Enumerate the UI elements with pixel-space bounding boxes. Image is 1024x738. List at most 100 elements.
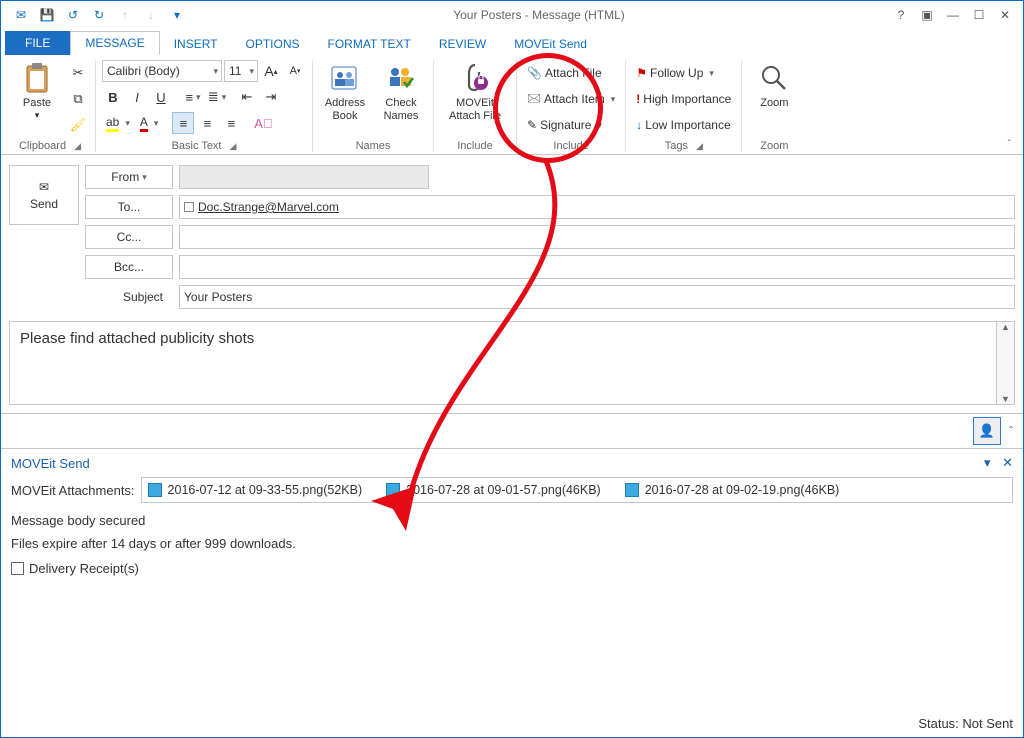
cc-button[interactable]: Cc...	[85, 225, 173, 249]
tab-insert[interactable]: INSERT	[160, 33, 232, 55]
cc-field[interactable]	[179, 225, 1015, 249]
grow-font-button[interactable]: A▴	[260, 60, 282, 82]
subject-label: Subject	[85, 285, 173, 309]
basic-text-dialog-launcher[interactable]: ◢	[230, 141, 237, 152]
redo-button[interactable]: ↻	[87, 4, 111, 26]
italic-button[interactable]: I	[126, 86, 148, 108]
contact-avatar[interactable]: 👤	[973, 417, 1001, 445]
format-painter-button[interactable]: 🖌	[67, 114, 89, 136]
people-pane-expand-button[interactable]: ˆ	[1009, 424, 1013, 438]
bcc-button[interactable]: Bcc...	[85, 255, 173, 279]
tab-review[interactable]: REVIEW	[425, 33, 500, 55]
underline-button[interactable]: U	[150, 86, 172, 108]
title-bar: ✉ 💾 ↺ ↻ ↑ ↓ ▾ Your Posters - Message (HT…	[1, 1, 1023, 29]
magnifier-icon	[759, 63, 789, 93]
moveit-attach-icon	[461, 63, 489, 93]
undo-button[interactable]: ↺	[61, 4, 85, 26]
message-body[interactable]: Please find attached publicity shots ▲▼	[9, 321, 1015, 405]
clipboard-icon	[23, 62, 51, 94]
tab-options[interactable]: OPTIONS	[232, 33, 314, 55]
numbering-button[interactable]: ≣	[206, 86, 228, 108]
bold-button[interactable]: B	[102, 86, 124, 108]
send-button[interactable]: ✉ Send	[9, 165, 79, 225]
tab-message[interactable]: MESSAGE	[70, 31, 159, 55]
shrink-font-button[interactable]: A▾	[284, 60, 306, 82]
help-button[interactable]: ?	[889, 4, 913, 26]
tab-format-text[interactable]: FORMAT TEXT	[314, 33, 425, 55]
system-menu-icon[interactable]: ✉	[9, 4, 33, 26]
window-controls: ? ▣ — ☐ ✕	[889, 4, 1023, 26]
bullets-button[interactable]: ≡	[182, 86, 204, 108]
collapse-ribbon-button[interactable]: ˆ	[1000, 135, 1019, 154]
ribbon-options-button[interactable]: ▣	[915, 4, 939, 26]
zoom-button[interactable]: Zoom	[748, 58, 800, 110]
align-right-button[interactable]: ≡	[220, 112, 242, 134]
people-pane-bar: 👤 ˆ	[1, 413, 1023, 449]
close-button[interactable]: ✕	[993, 4, 1017, 26]
moveit-attachment[interactable]: 2016-07-28 at 09-02-19.png(46KB)	[625, 483, 840, 497]
ribbon: Paste ▾ ✂ ⧉ 🖌 Clipboard◢ Calibri (Body) …	[1, 55, 1023, 155]
address-book-button[interactable]: Address Book	[319, 58, 371, 122]
check-names-button[interactable]: Check Names	[375, 58, 427, 122]
compose-header: ✉ Send From To... Doc.Strange@Marvel.com…	[1, 155, 1023, 313]
address-book-icon	[330, 64, 360, 92]
paste-button[interactable]: Paste ▾	[11, 58, 63, 120]
attach-item-button[interactable]: 🖂Attach Item	[523, 88, 619, 110]
moveit-menu-button[interactable]: ▾	[984, 455, 991, 470]
moveit-status: Status: Not Sent	[918, 716, 1013, 731]
tab-file[interactable]: FILE	[5, 31, 70, 55]
group-include-moveit: MOVEit Attach File Include	[434, 58, 516, 154]
group-names: Address Book Check Names Names	[313, 58, 433, 154]
moveit-attachment[interactable]: 2016-07-28 at 09-01-57.png(46KB)	[386, 483, 601, 497]
to-recipient[interactable]: Doc.Strange@Marvel.com	[184, 200, 339, 214]
attach-item-icon: 🖂	[527, 89, 541, 110]
to-field[interactable]: Doc.Strange@Marvel.com	[179, 195, 1015, 219]
cut-button[interactable]: ✂	[67, 62, 89, 84]
copy-button[interactable]: ⧉	[67, 88, 89, 110]
delivery-receipt-checkbox[interactable]	[11, 562, 24, 575]
next-item-button: ↓	[139, 4, 163, 26]
font-color-button[interactable]: A	[136, 112, 163, 134]
quick-access-toolbar: ✉ 💾 ↺ ↻ ↑ ↓ ▾	[1, 4, 189, 26]
moveit-secured-text: Message body secured	[11, 513, 1013, 528]
align-center-button[interactable]: ≡	[196, 112, 218, 134]
group-include: 📎Attach File 🖂Attach Item ✎Signature Inc…	[517, 58, 625, 154]
maximize-button[interactable]: ☐	[967, 4, 991, 26]
moveit-close-button[interactable]: ✕	[1002, 455, 1013, 470]
moveit-panel-title: MOVEit Send	[11, 456, 90, 471]
ribbon-tabs: FILE MESSAGE INSERT OPTIONS FORMAT TEXT …	[1, 29, 1023, 55]
font-size-select[interactable]: 11	[224, 60, 258, 82]
group-zoom: Zoom Zoom	[742, 58, 806, 154]
image-file-icon	[148, 483, 162, 497]
clear-formatting-button[interactable]: A⃠	[252, 112, 274, 134]
from-field[interactable]	[179, 165, 429, 189]
image-file-icon	[625, 483, 639, 497]
attach-file-button[interactable]: 📎Attach File	[523, 62, 606, 84]
decrease-indent-button[interactable]: ⇤	[236, 86, 258, 108]
follow-up-button[interactable]: ⚑Follow Up	[632, 62, 718, 84]
bcc-field[interactable]	[179, 255, 1015, 279]
high-importance-button[interactable]: !High Importance	[632, 88, 735, 110]
group-tags: ⚑Follow Up !High Importance ↓Low Importa…	[626, 58, 741, 154]
subject-field[interactable]: Your Posters	[179, 285, 1015, 309]
to-button[interactable]: To...	[85, 195, 173, 219]
font-name-select[interactable]: Calibri (Body)	[102, 60, 222, 82]
signature-button[interactable]: ✎Signature	[523, 114, 606, 136]
group-clipboard: Paste ▾ ✂ ⧉ 🖌 Clipboard◢	[5, 58, 95, 154]
paperclip-icon: 📎	[527, 66, 542, 80]
clipboard-dialog-launcher[interactable]: ◢	[74, 141, 81, 152]
qat-customize-button[interactable]: ▾	[165, 4, 189, 26]
minimize-button[interactable]: —	[941, 4, 965, 26]
highlight-button[interactable]: ab	[102, 112, 134, 134]
moveit-panel: MOVEit Send ▾ ✕ MOVEit Attachments: 2016…	[1, 449, 1023, 582]
body-scrollbar[interactable]: ▲▼	[996, 322, 1014, 404]
save-button[interactable]: 💾	[35, 4, 59, 26]
from-button[interactable]: From	[85, 165, 173, 189]
increase-indent-button[interactable]: ⇥	[260, 86, 282, 108]
align-left-button[interactable]: ≡	[172, 112, 194, 134]
moveit-attachment[interactable]: 2016-07-12 at 09-33-55.png(52KB)	[148, 483, 363, 497]
low-importance-button[interactable]: ↓Low Importance	[632, 114, 734, 136]
tab-moveit-send[interactable]: MOVEit Send	[500, 33, 601, 55]
moveit-attach-file-button[interactable]: MOVEit Attach File	[440, 58, 510, 122]
tags-dialog-launcher[interactable]: ◢	[696, 141, 703, 152]
